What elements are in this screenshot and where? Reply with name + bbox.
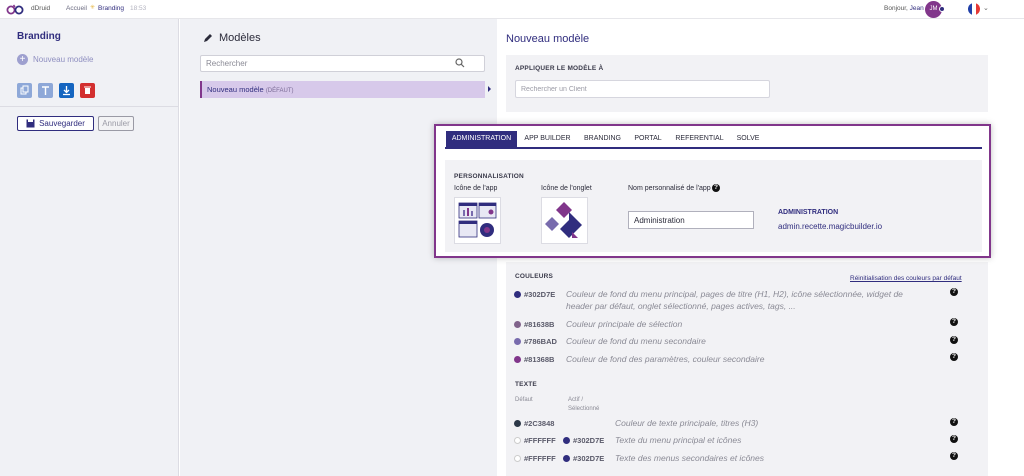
copy-icon: [20, 85, 29, 95]
color-swatch[interactable]: [514, 291, 521, 298]
cancel-button[interactable]: Annuler: [98, 116, 134, 131]
breadcrumb-home[interactable]: Accueil: [66, 5, 87, 12]
custom-name-label: Nom personnalisé de l'app: [628, 185, 711, 192]
new-model-label: Nouveau modèle: [33, 55, 94, 64]
color-swatch[interactable]: [514, 455, 521, 462]
color-swatch[interactable]: [514, 338, 521, 345]
client-search-input[interactable]: [516, 81, 769, 97]
color-swatch[interactable]: [514, 321, 521, 328]
color-description: Couleur principale de sélection: [566, 319, 683, 329]
text-color-description: Texte des menus secondaires et icônes: [615, 453, 764, 463]
color-description: Couleur de fond du menu principal, pages…: [566, 289, 903, 299]
app-url-link[interactable]: admin.recette.magicbuilder.io: [778, 222, 882, 231]
tab-administration[interactable]: ADMINISTRATION: [446, 131, 517, 147]
help-icon[interactable]: ?: [950, 288, 958, 296]
color-hex[interactable]: #FFFFFF: [524, 454, 556, 463]
help-icon[interactable]: ?: [950, 435, 958, 443]
help-icon[interactable]: ?: [950, 336, 958, 344]
save-button[interactable]: Sauvegarder: [17, 116, 94, 131]
color-hex[interactable]: #302D7E: [573, 436, 604, 445]
color-swatch[interactable]: [514, 437, 521, 444]
color-hex[interactable]: #81368B: [524, 355, 554, 364]
color-hex[interactable]: #786BAD: [524, 337, 557, 346]
color-hex[interactable]: #FFFFFF: [524, 436, 556, 445]
help-icon[interactable]: ?: [950, 353, 958, 361]
tab-branding[interactable]: BRANDING: [580, 131, 625, 147]
custom-name-field[interactable]: [628, 211, 754, 229]
client-search-field[interactable]: [515, 80, 770, 98]
tab-icon-upload[interactable]: [541, 197, 588, 244]
color-hex[interactable]: #302D7E: [524, 290, 555, 299]
copy-button[interactable]: [17, 83, 32, 98]
text-color-description: Couleur de texte principale, titres (H3): [615, 418, 759, 428]
personalisation-title: PERSONNALISATION: [454, 173, 524, 180]
floppy-disk-icon: [26, 119, 35, 128]
reset-colors-link[interactable]: Réinitialisation des couleurs par défaut: [850, 275, 962, 282]
tab-referential[interactable]: REFERENTIAL: [672, 131, 727, 147]
breadcrumb-branding[interactable]: Branding: [98, 5, 124, 12]
pencil-icon: [204, 34, 212, 42]
color-hex[interactable]: #2C3848: [524, 419, 554, 428]
language-chevron-down-icon[interactable]: ⌄: [983, 4, 989, 12]
new-model-button[interactable]: + Nouveau modèle: [17, 54, 93, 65]
greeting: Bonjour, Jean: [884, 5, 924, 12]
personalisation-section: [445, 160, 982, 252]
diamond-tab-icon: [545, 202, 582, 238]
divider: [0, 106, 179, 107]
help-icon[interactable]: ?: [950, 318, 958, 326]
app-icon-upload[interactable]: [454, 197, 501, 244]
top-bar: [0, 0, 1024, 19]
trash-icon: [84, 86, 91, 94]
save-label: Sauvegarder: [39, 119, 85, 128]
custom-name-input[interactable]: [629, 212, 753, 228]
models-search-field[interactable]: [200, 55, 485, 72]
help-icon[interactable]: ?: [950, 452, 958, 460]
active-column-header: Actif /: [568, 397, 584, 403]
apply-model-label: APPLIQUER LE MODÈLE À: [515, 65, 604, 72]
color-description: header par défaut, onglet sélectionné, p…: [566, 301, 796, 311]
download-button[interactable]: [59, 83, 74, 98]
caret-right-icon: [488, 86, 491, 92]
color-hex[interactable]: #302D7E: [573, 454, 604, 463]
color-swatch[interactable]: [563, 455, 570, 462]
delete-button[interactable]: [80, 83, 95, 98]
brand-name: dDruid: [31, 5, 51, 12]
color-swatch[interactable]: [514, 356, 521, 363]
color-description: Couleur de fond des paramètres, couleur …: [566, 354, 765, 364]
download-icon: [63, 86, 70, 96]
color-swatch[interactable]: [514, 420, 521, 427]
help-icon[interactable]: ?: [712, 184, 720, 192]
text-section-title: TEXTE: [515, 381, 537, 388]
editor-title: Nouveau modèle: [506, 33, 590, 45]
default-column-header: Défaut: [515, 397, 533, 403]
ddruid-logo-icon[interactable]: [6, 4, 24, 15]
plus-circle-icon: +: [17, 54, 28, 65]
avatar-menu-icon[interactable]: [939, 6, 945, 12]
app-icon-label: Icône de l'app: [454, 185, 498, 192]
upload-icon: [42, 86, 49, 95]
color-description: Couleur de fond du menu secondaire: [566, 336, 706, 346]
color-swatch[interactable]: [563, 437, 570, 444]
search-icon[interactable]: [455, 58, 465, 68]
text-color-description: Texte du menu principal et icônes: [615, 435, 742, 445]
colors-section-title: COULEURS: [515, 273, 554, 280]
tab-icon-label: Icône de l'onglet: [541, 185, 592, 192]
upload-button[interactable]: [38, 83, 53, 98]
breadcrumb-separator-icon: ✳: [90, 5, 96, 11]
app-name: ADMINISTRATION: [778, 209, 839, 216]
model-list-item[interactable]: Nouveau modèle (DÉFAUT): [200, 81, 485, 98]
models-title: Modèles: [203, 32, 261, 44]
page-title: Branding: [17, 31, 61, 42]
tab-app-builder[interactable]: APP BUILDER: [520, 131, 575, 147]
french-flag-icon[interactable]: [968, 3, 980, 15]
help-icon[interactable]: ?: [950, 418, 958, 426]
breadcrumb-time: 18:53: [130, 5, 147, 12]
color-hex[interactable]: #81638B: [524, 320, 554, 329]
active-column-header: Sélectionné: [568, 406, 600, 412]
models-search-input[interactable]: [201, 56, 451, 71]
admin-app-icon: [458, 202, 497, 238]
tab-solve[interactable]: SOLVE: [733, 131, 763, 147]
tab-portal[interactable]: PORTAL: [631, 131, 665, 147]
